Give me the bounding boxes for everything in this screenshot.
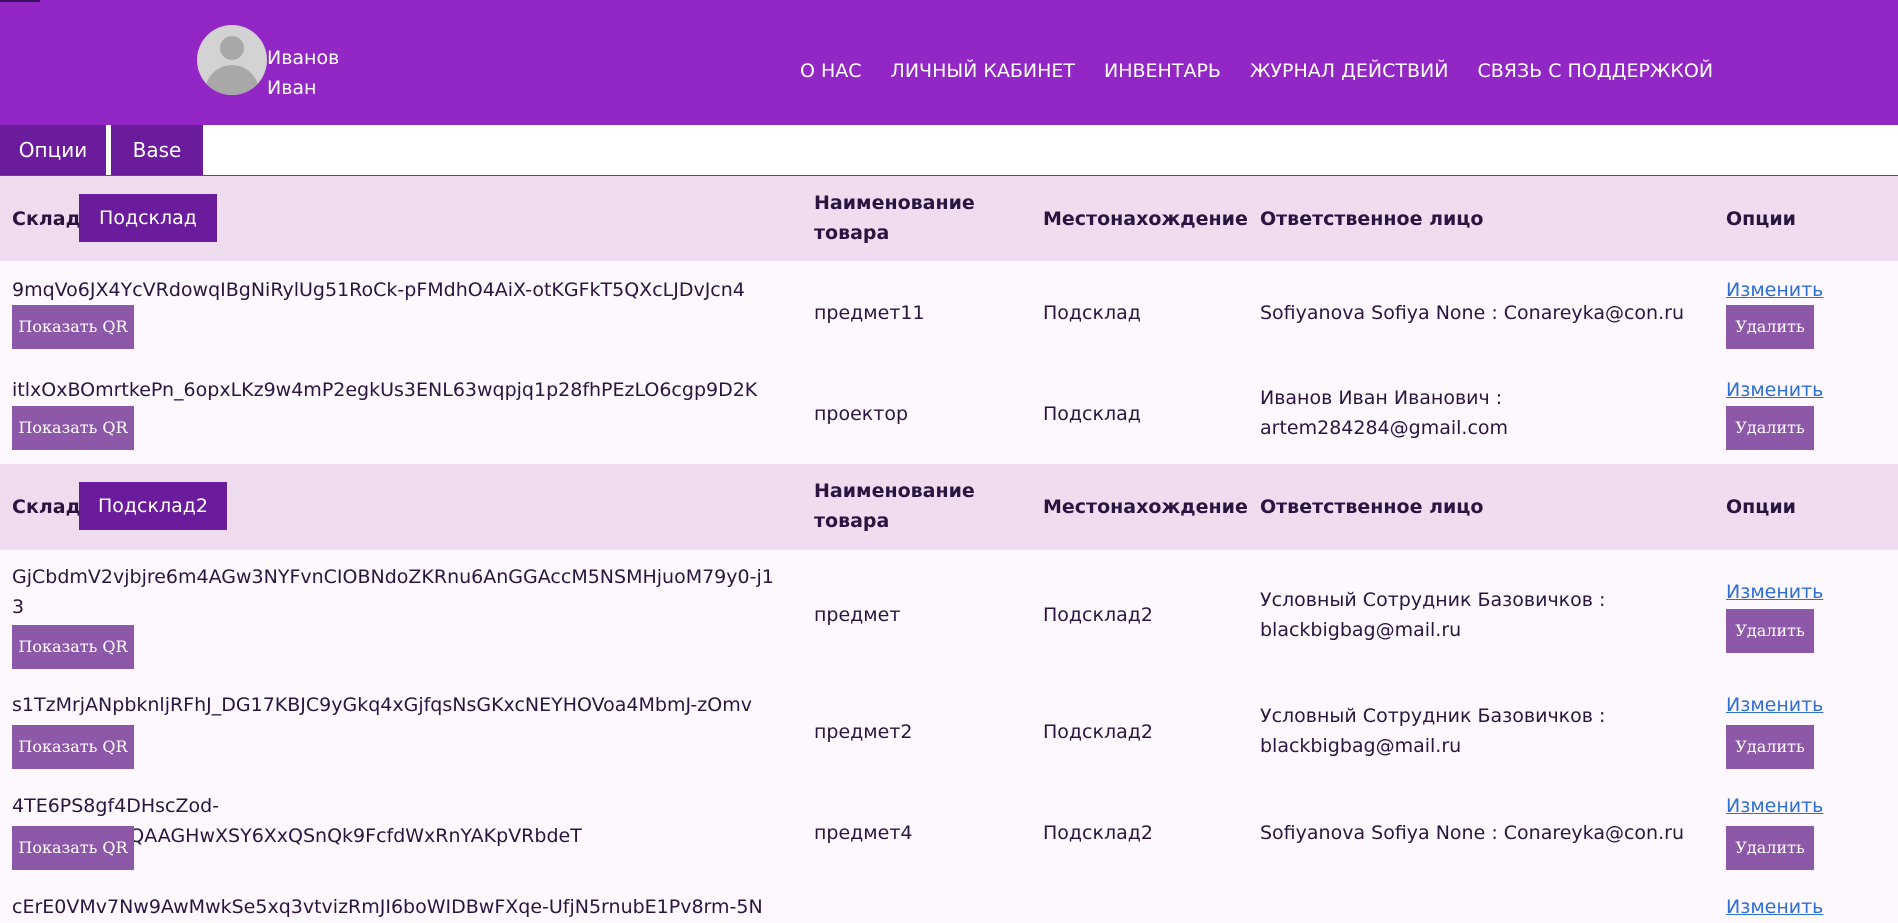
header-warehouse: Склад [12,208,81,230]
avatar-body [205,65,259,95]
table-row: 9mqVo6JX4YcVRdowqIBgNiRylUg51RoCk-pFMdhO… [0,261,1898,361]
avatar-head [220,36,244,60]
delete-button[interactable]: Удалить [1726,725,1814,769]
item-code: itlxOxBOmrtkePn_6opxLKz9w4mP2egkUs3ENL63… [12,379,758,401]
table-header-row: Склад Подсклад2 Наименование товара Мест… [0,464,1898,550]
nav-account[interactable]: ЛИЧНЫЙ КАБИНЕТ [891,60,1075,90]
user-name: Иванов Иван [267,43,377,103]
header-options: Опции [1726,208,1796,230]
avatar[interactable] [197,25,267,95]
item-code: s1TzMrjANpbknljRFhJ_DG17KBJC9yGkq4xGjfqs… [12,694,752,716]
item-code: GjCbdmV2vjbjre6m4AGw3NYFvnCIOBNdoZKRnu6A… [12,566,774,618]
header-location: Местонахождение [1043,208,1248,230]
edit-link[interactable]: Изменить [1726,892,1823,922]
item-name: предмет11 [814,302,925,324]
header-warehouse: Склад [12,496,81,518]
tab-options[interactable]: Опции [0,125,106,175]
nav-support[interactable]: СВЯЗЬ С ПОДДЕРЖКОЙ [1477,60,1713,90]
header-responsible: Ответственное лицо [1260,496,1484,518]
edit-link[interactable]: Изменить [1726,791,1823,821]
delete-button[interactable]: Удалить [1726,305,1814,349]
item-code: 9mqVo6JX4YcVRdowqIBgNiRylUg51RoCk-pFMdhO… [12,279,745,301]
item-responsible: Условный Сотрудник Базовичков : blackbig… [1260,589,1606,641]
item-responsible: Условный Сотрудник Базовичков : blackbig… [1260,705,1606,757]
top-header: Иванов Иван О НАС ЛИЧНЫЙ КАБИНЕТ ИНВЕНТА… [0,0,1898,125]
item-name: проектор [814,403,909,425]
delete-button[interactable]: Удалить [1726,609,1814,653]
delete-button[interactable]: Удалить [1726,406,1814,450]
item-code: cErE0VMv7Nw9AwMwkSe5xq3vtvizRmJI6boWIDBw… [12,896,763,918]
item-name: предмет4 [814,822,913,844]
table-row: s1TzMrjANpbknljRFhJ_DG17KBJC9yGkq4xGjfqs… [0,682,1898,783]
item-location: Подсклад2 [1043,822,1153,844]
show-qr-button[interactable]: Показать QR [12,625,134,669]
delete-button[interactable]: Удалить [1726,826,1814,870]
tab-bar: Опции Base [0,125,1898,175]
header-strip [0,0,40,2]
nav-log[interactable]: ЖУРНАЛ ДЕЙСТВИЙ [1250,60,1449,90]
item-responsible: Иванов Иван Иванович : artem284284@gmail… [1260,387,1509,439]
show-qr-button[interactable]: Показать QR [12,826,134,870]
item-location: Подсклад [1043,403,1141,425]
edit-link[interactable]: Изменить [1726,577,1823,607]
table-header-row: Склад Подсклад Наименование товара Место… [0,176,1898,261]
item-location: Подсклад2 [1043,604,1153,626]
user-last: Иван [267,77,317,99]
main-nav: О НАС ЛИЧНЫЙ КАБИНЕТ ИНВЕНТАРЬ ЖУРНАЛ ДЕ… [800,60,1713,90]
user-first: Иванов [267,47,340,69]
show-qr-button[interactable]: Показать QR [12,305,134,349]
item-location: Подсклад [1043,302,1141,324]
header-location: Местонахождение [1043,496,1248,518]
table-row: itlxOxBOmrtkePn_6opxLKz9w4mP2egkUs3ENL63… [0,361,1898,464]
tab-base[interactable]: Base [111,125,203,175]
header-options: Опции [1726,496,1796,518]
header-item-name: Наименование товара [814,480,975,532]
nav-inventory[interactable]: ИНВЕНТАРЬ [1104,60,1221,90]
show-qr-button[interactable]: Показать QR [12,725,134,769]
edit-link[interactable]: Изменить [1726,375,1823,405]
item-name: предмет2 [814,721,913,743]
table-row: cErE0VMv7Nw9AwMwkSe5xq3vtvizRmJI6boWIDBw… [0,884,1898,923]
nav-about[interactable]: О НАС [800,60,862,90]
table-row: 4TE6PS8gf4DHscZod-52spzwRzvxQAAGHwXSY6Xx… [0,783,1898,884]
item-responsible: Sofiyanova Sofiya None : Conareyka@con.r… [1260,822,1684,844]
edit-link[interactable]: Изменить [1726,690,1823,720]
subwarehouse-button[interactable]: Подсклад [79,194,217,242]
subwarehouse-button[interactable]: Подсклад2 [79,482,227,530]
header-responsible: Ответственное лицо [1260,208,1484,230]
item-name: предмет [814,604,901,626]
edit-link[interactable]: Изменить [1726,275,1823,305]
item-responsible: Sofiyanova Sofiya None : Conareyka@con.r… [1260,302,1684,324]
item-location: Подсклад2 [1043,721,1153,743]
header-item-name: Наименование товара [814,192,975,244]
show-qr-button[interactable]: Показать QR [12,406,134,450]
table-row: GjCbdmV2vjbjre6m4AGw3NYFvnCIOBNdoZKRnu6A… [0,550,1898,682]
